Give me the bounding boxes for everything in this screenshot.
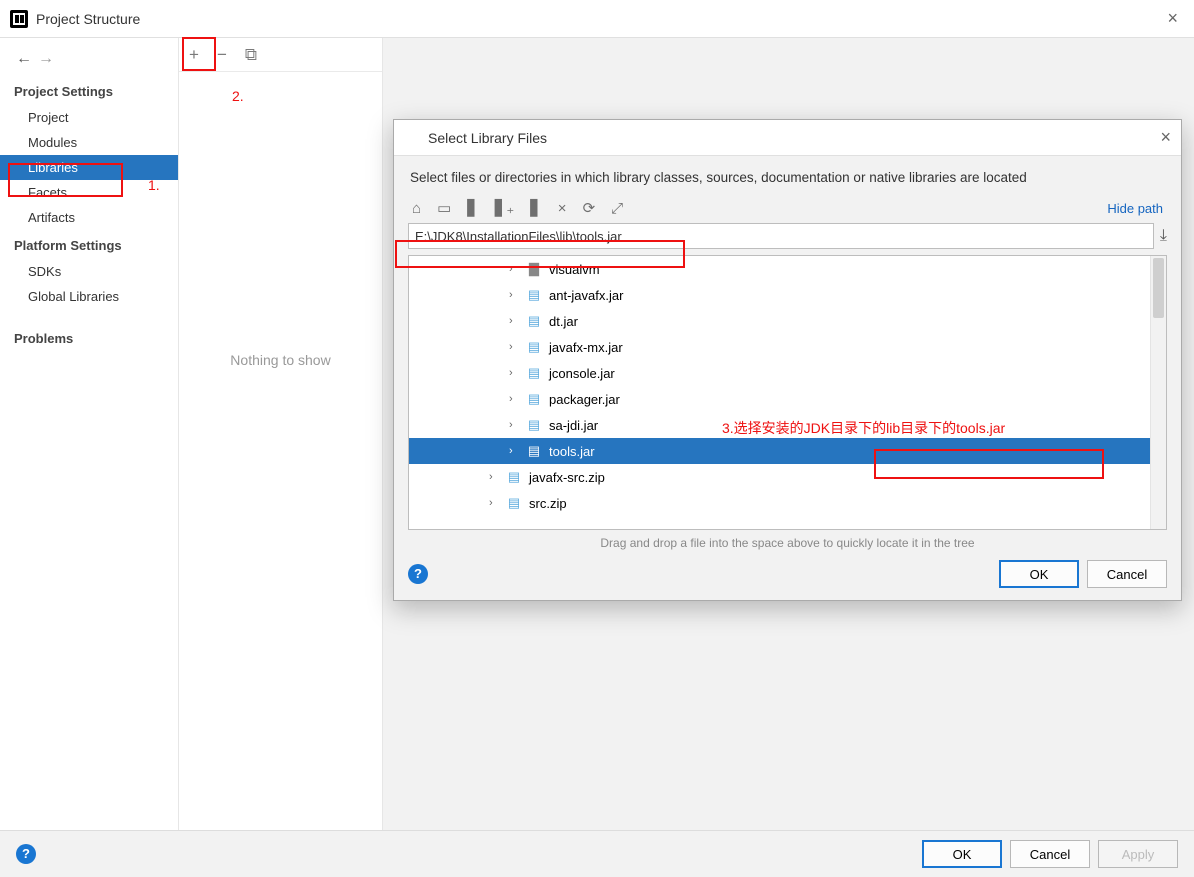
sidebar-item-project[interactable]: Project [0,105,178,130]
section-problems[interactable]: Problems [0,323,178,352]
dialog-help-icon[interactable]: ? [408,564,428,584]
zip-icon: ▤ [507,469,521,485]
tree-item-label: visualvm [549,262,600,277]
chevron-right-icon[interactable]: › [509,419,519,431]
dialog-description: Select files or directories in which lib… [408,156,1167,197]
chevron-right-icon[interactable]: › [509,315,519,327]
tree-row-src-zip[interactable]: › ▤ src.zip [409,490,1166,516]
folder-icon[interactable]: ▋ [467,199,479,217]
section-platform-settings: Platform Settings [0,230,178,259]
chevron-right-icon[interactable]: › [509,445,519,457]
remove-icon[interactable]: − [217,45,227,65]
folder2-icon[interactable]: ▋ [530,199,542,217]
tree-item-label: jconsole.jar [549,366,615,381]
help-icon[interactable]: ? [16,844,36,864]
scrollbar[interactable] [1150,256,1166,529]
library-list-panel: + − ⧉ Nothing to show [179,38,383,830]
tree-row-tools-jar[interactable]: › ▤ tools.jar [409,438,1166,464]
apply-button: Apply [1098,840,1178,868]
desktop-icon[interactable]: ▭ [437,199,451,217]
tree-item-label: javafx-src.zip [529,470,605,485]
tree-item-label: packager.jar [549,392,620,407]
chevron-right-icon[interactable]: › [509,393,519,405]
close-icon[interactable]: × [1161,8,1184,29]
library-toolbar: + − ⧉ [179,38,382,72]
hide-path-link[interactable]: Hide path [1107,201,1163,216]
select-library-dialog: Select Library Files × Select files or d… [393,119,1182,601]
bottom-bar: ? OK Cancel Apply [0,830,1194,877]
new-folder-icon[interactable]: ▋₊ [495,199,514,217]
chevron-right-icon[interactable]: › [489,471,499,483]
file-tree: › ▇ visualvm › ▤ ant-javafx.jar › ▤ dt.jar › ▤ java… [408,255,1167,530]
sidebar-item-global-libraries[interactable]: Global Libraries [0,284,178,309]
jar-icon: ▤ [527,391,541,407]
tree-hint: Drag and drop a file into the space abov… [408,530,1167,552]
folder-icon: ▇ [527,261,541,277]
jar-icon: ▤ [527,443,541,459]
jar-icon: ▤ [527,365,541,381]
chevron-right-icon[interactable]: › [509,367,519,379]
tree-row-dt-jar[interactable]: › ▤ dt.jar [409,308,1166,334]
sidebar: ← → Project Settings Project Modules Lib… [0,38,179,830]
jar-icon: ▤ [527,417,541,433]
sidebar-item-artifacts[interactable]: Artifacts [0,205,178,230]
chevron-right-icon[interactable]: › [509,341,519,353]
annotation-1: 1. [148,177,160,193]
section-project-settings: Project Settings [0,76,178,105]
tree-row-ant-javafx-jar[interactable]: › ▤ ant-javafx.jar [409,282,1166,308]
tree-item-label: tools.jar [549,444,595,459]
dialog-titlebar: Select Library Files × [394,120,1181,156]
dialog-toolbar: ⌂ ▭ ▋ ▋₊ ▋ × ⟳ ⤢ Hide path [408,197,1167,223]
chevron-right-icon[interactable]: › [489,497,499,509]
refresh-icon[interactable]: ⟳ [583,199,596,217]
window-title: Project Structure [36,11,1161,27]
home-icon[interactable]: ⌂ [412,200,421,217]
sidebar-item-sdks[interactable]: SDKs [0,259,178,284]
app-icon [404,130,420,146]
chevron-right-icon[interactable]: › [509,263,519,275]
tree-item-label: sa-jdi.jar [549,418,598,433]
zip-icon: ▤ [507,495,521,511]
back-icon[interactable]: ← [16,50,32,68]
jar-icon: ▤ [527,287,541,303]
cancel-button[interactable]: Cancel [1010,840,1090,868]
dialog-close-icon[interactable]: × [1160,127,1171,148]
tree-row-packager-jar[interactable]: › ▤ packager.jar [409,386,1166,412]
expand-icon[interactable]: ⤢ [611,200,623,217]
chevron-right-icon[interactable]: › [509,289,519,301]
dialog-title: Select Library Files [428,130,1160,146]
ok-button[interactable]: OK [922,840,1002,868]
sidebar-nav: ← → [0,46,178,76]
empty-label: Nothing to show [179,352,382,368]
path-row: ⤓ [408,223,1167,249]
tree-row-visualvm[interactable]: › ▇ visualvm [409,256,1166,282]
dialog-ok-button[interactable]: OK [999,560,1079,588]
app-icon [10,10,28,28]
tree-row-javafx-src-zip[interactable]: › ▤ javafx-src.zip [409,464,1166,490]
copy-icon[interactable]: ⧉ [245,45,257,65]
dialog-footer: ? OK Cancel [394,552,1181,600]
forward-icon[interactable]: → [38,50,54,68]
tree-item-label: javafx-mx.jar [549,340,623,355]
jar-icon: ▤ [527,313,541,329]
tree-item-label: dt.jar [549,314,578,329]
add-icon[interactable]: + [189,45,199,65]
history-icon[interactable]: ⤓ [1160,227,1167,245]
titlebar: Project Structure × [0,0,1194,38]
delete-icon[interactable]: × [558,200,567,217]
annotation-2: 2. [232,88,244,104]
annotation-3: 3.选择安装的JDK目录下的lib目录下的tools.jar [722,418,1005,438]
dialog-cancel-button[interactable]: Cancel [1087,560,1167,588]
dialog-body: Select files or directories in which lib… [394,156,1181,552]
path-input[interactable] [408,223,1154,249]
tree-row-javafx-mx-jar[interactable]: › ▤ javafx-mx.jar [409,334,1166,360]
jar-icon: ▤ [527,339,541,355]
sidebar-item-modules[interactable]: Modules [0,130,178,155]
tree-row-jconsole-jar[interactable]: › ▤ jconsole.jar [409,360,1166,386]
tree-item-label: ant-javafx.jar [549,288,623,303]
tree-item-label: src.zip [529,496,567,511]
